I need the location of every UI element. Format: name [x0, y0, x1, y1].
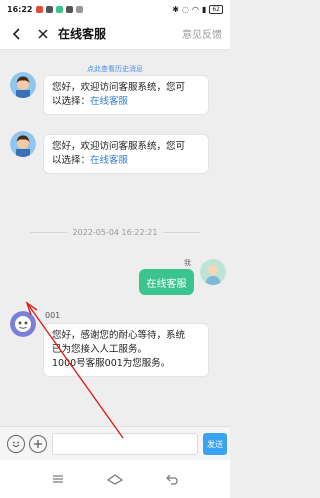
notification-app-icon — [66, 5, 74, 13]
home-icon[interactable] — [104, 468, 126, 490]
notification-app-icon — [36, 5, 44, 13]
page-title: 在线客服 — [58, 27, 107, 41]
bluetooth-icon: ✱ — [172, 4, 179, 14]
service-avatar — [10, 131, 36, 157]
message-text: 您好，欢迎访问客服系统，您可 — [52, 141, 186, 152]
divider-line — [30, 232, 67, 233]
user-message: 在线客服 — [139, 269, 194, 295]
system-nav-bar — [0, 460, 230, 498]
message-text: 以选择： — [52, 155, 91, 166]
message-input[interactable] — [52, 433, 198, 455]
agent-avatar — [10, 311, 36, 337]
wifi-icon: ◠ — [191, 4, 199, 14]
service-message: 您好，欢迎访问客服系统，您可 以选择：在线客服 — [43, 75, 209, 115]
send-button[interactable]: 发送 — [203, 433, 227, 455]
message-timestamp: 2022-05-04 16:22:21 — [72, 228, 158, 237]
back-nav-icon[interactable] — [161, 468, 183, 490]
mute-icon: ◌ — [181, 4, 189, 14]
menu-icon[interactable] — [47, 468, 69, 490]
online-service-link[interactable]: 在线客服 — [90, 96, 128, 107]
add-icon[interactable] — [29, 435, 47, 453]
online-service-link[interactable]: 在线客服 — [90, 155, 128, 166]
status-bar: 16:22 ✱ ◌ ◠ ▮ 62 — [0, 0, 230, 18]
feedback-link[interactable]: 意见反馈 — [182, 26, 222, 41]
status-time: 16:22 — [7, 4, 33, 14]
user-label: 我 — [184, 259, 191, 267]
message-text: 您好，欢迎访问客服系统，您可 — [52, 82, 186, 93]
notification-icons — [36, 5, 84, 13]
notification-app-icon — [46, 5, 54, 13]
nav-bar: 在线客服 意见反馈 — [0, 18, 230, 50]
service-avatar — [10, 72, 36, 98]
notification-app-icon — [76, 5, 84, 13]
service-message: 您好，欢迎访问客服系统，您可 以选择：在线客服 — [43, 134, 209, 174]
signal-icon: ▮ — [201, 4, 207, 14]
divider-line — [163, 232, 200, 233]
emoji-icon[interactable] — [7, 435, 25, 453]
message-text: 已为您接入人工服务。 — [52, 344, 148, 355]
agent-message: 您好，感谢您的耐心等待，系统 已为您接入人工服务。 1000号客服001为您服务… — [43, 323, 209, 377]
message-text: 您好，感谢您的耐心等待，系统 — [52, 330, 186, 341]
message-text: 1000号客服001为您服务。 — [52, 358, 171, 369]
notification-app-icon — [56, 5, 64, 13]
close-icon[interactable] — [32, 23, 54, 45]
battery-icon: 62 — [209, 4, 223, 14]
input-bar: 发送 — [0, 426, 230, 460]
user-avatar — [200, 259, 226, 285]
timestamp-divider: 2022-05-04 16:22:21 — [30, 228, 200, 237]
history-messages-link[interactable]: 点此查看历史消息 — [0, 64, 230, 74]
back-icon[interactable] — [6, 23, 28, 45]
message-text: 以选择： — [52, 96, 91, 107]
agent-name: 001 — [45, 311, 61, 320]
